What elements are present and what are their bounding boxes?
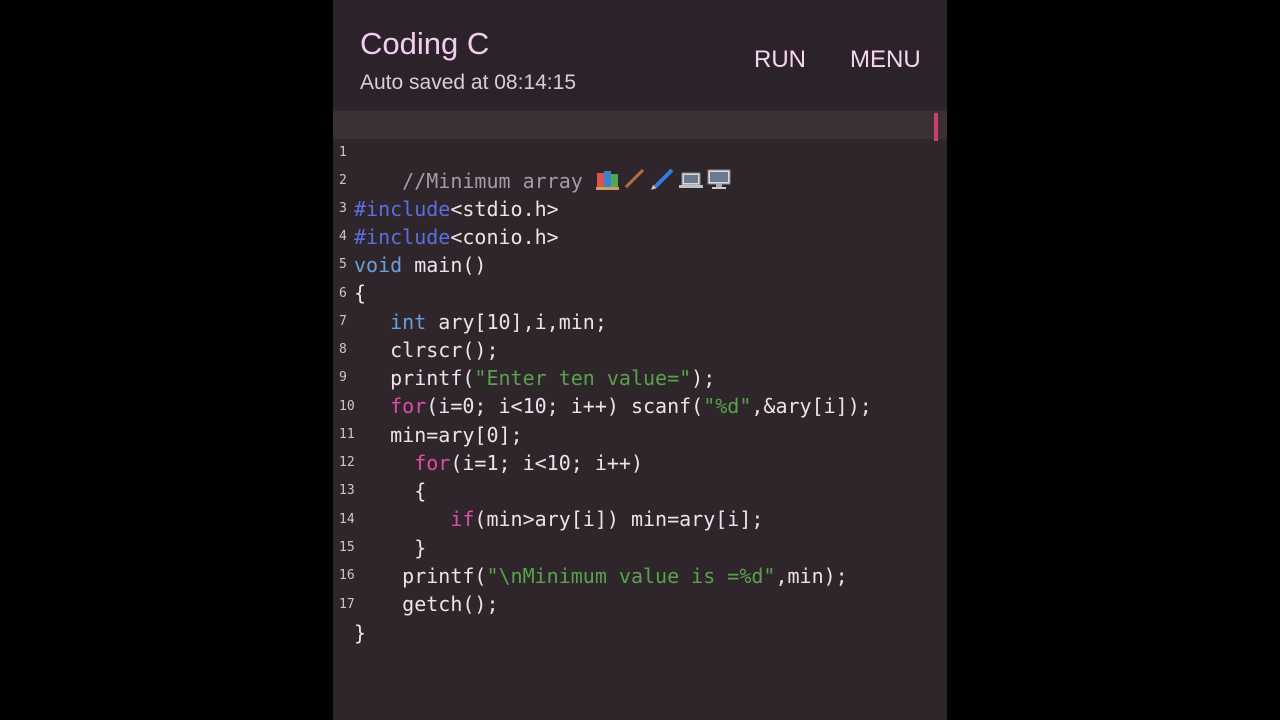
- code-line[interactable]: 13 if(min>ary[i]) min=ary[i];: [333, 449, 947, 531]
- code-line[interactable]: 15 printf("\nMinimum value is =%d",min);: [333, 506, 947, 588]
- code-line[interactable]: 6 int ary[10],i,min;: [333, 252, 947, 334]
- menu-button[interactable]: MENU: [850, 46, 921, 74]
- code-line[interactable]: 16 getch();: [333, 534, 947, 616]
- run-button[interactable]: RUN: [754, 46, 806, 74]
- code-line[interactable]: 12 {: [333, 421, 947, 503]
- app-title: Coding C: [360, 26, 490, 61]
- code-line[interactable]: 2 #include<stdio.h>: [333, 139, 947, 221]
- code-line[interactable]: 1 //Minimum array: [333, 111, 947, 193]
- code-line[interactable]: 17 }: [333, 563, 947, 645]
- code-line[interactable]: 9 for(i=0; i<10; i++) scanf("%d",&ary[i]…: [333, 336, 947, 418]
- code-editor[interactable]: 1 //Minimum array 2 #include<stdio.h> 3 …: [333, 106, 947, 720]
- code-line[interactable]: 14 }: [333, 478, 947, 560]
- autosave-status: Auto saved at 08:14:15: [360, 71, 576, 94]
- text-cursor: [934, 113, 938, 141]
- editor-screen: Coding C Auto saved at 08:14:15 RUN MENU…: [333, 0, 947, 720]
- code-line[interactable]: 7 clrscr();: [333, 280, 947, 362]
- code-line[interactable]: 3 #include<conio.h>: [333, 167, 947, 249]
- app-bar: Coding C Auto saved at 08:14:15 RUN MENU: [333, 0, 947, 106]
- code-line[interactable]: 8 printf("Enter ten value=");: [333, 308, 947, 390]
- line-number: 17: [339, 597, 355, 612]
- code-line[interactable]: 4 void main(): [333, 195, 947, 277]
- code-text[interactable]: }: [354, 619, 366, 647]
- code-line[interactable]: 10 min=ary[0];: [333, 365, 947, 447]
- code-line[interactable]: 5 {: [333, 223, 947, 305]
- code-line[interactable]: 11 for(i=1; i<10; i++): [333, 393, 947, 475]
